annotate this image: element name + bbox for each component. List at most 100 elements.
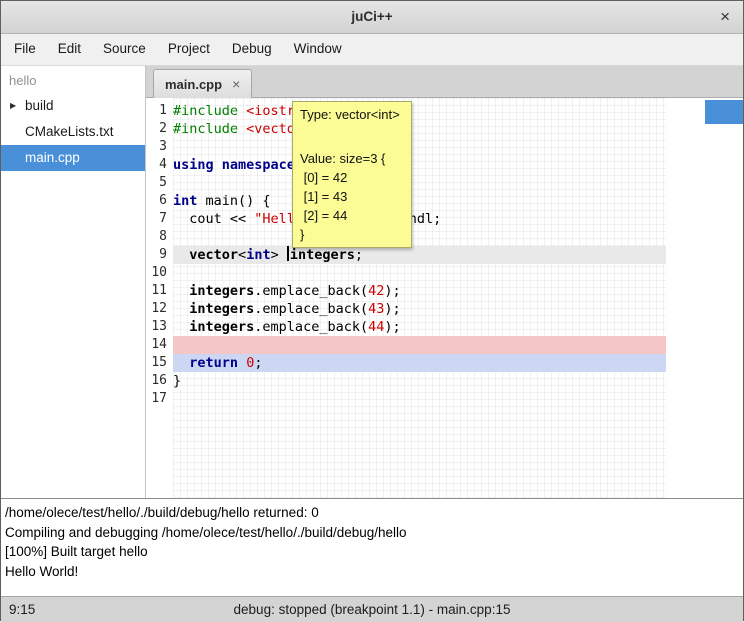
code-line-15[interactable]: return 0; bbox=[173, 354, 666, 372]
code-segment: .emplace_back( bbox=[254, 301, 368, 317]
code-line-10[interactable] bbox=[173, 264, 666, 282]
code-segment: < bbox=[238, 247, 246, 263]
tooltip-value-line: [1] = 43 bbox=[300, 187, 404, 206]
code-segment bbox=[238, 121, 246, 137]
menu-debug[interactable]: Debug bbox=[221, 34, 283, 65]
line-number[interactable]: 13 bbox=[146, 318, 173, 336]
file-tree-panel: hello ▶ build CMakeLists.txt main.cpp bbox=[1, 66, 146, 498]
line-number[interactable]: 11 bbox=[146, 282, 173, 300]
tooltip-value-line: [0] = 42 bbox=[300, 168, 404, 187]
expander-triangle-icon[interactable]: ▶ bbox=[10, 93, 16, 119]
line-number[interactable]: 9 bbox=[146, 246, 173, 264]
line-number[interactable]: 12 bbox=[146, 300, 173, 318]
line-number[interactable]: 17 bbox=[146, 390, 173, 408]
code-line-14[interactable] bbox=[173, 336, 666, 354]
code-segment: main() { bbox=[197, 193, 270, 209]
code-segment: using bbox=[173, 157, 214, 173]
tree-item-cmakelists-txt[interactable]: CMakeLists.txt bbox=[1, 119, 145, 145]
title-bar: juCi++ × bbox=[1, 1, 743, 34]
debug-value-tooltip: Type: vector<int> Value: size=3 { [0] = … bbox=[292, 101, 412, 248]
line-number[interactable]: 10 bbox=[146, 264, 173, 282]
code-line-2[interactable]: #include <vector> bbox=[173, 120, 666, 138]
close-icon[interactable]: × bbox=[720, 7, 730, 27]
code-segment: ; bbox=[254, 355, 262, 371]
tree-item-build[interactable]: ▶ build bbox=[1, 93, 145, 119]
debug-status: debug: stopped (breakpoint 1.1) - main.c… bbox=[1, 602, 743, 617]
tree-item-label: CMakeLists.txt bbox=[25, 124, 114, 139]
line-number[interactable]: 16 bbox=[146, 372, 173, 390]
menu-source[interactable]: Source bbox=[92, 34, 157, 65]
scrollbar-thumb[interactable] bbox=[705, 100, 743, 124]
code-segment: int bbox=[246, 247, 270, 263]
code-segment: integers bbox=[189, 301, 254, 317]
code-line-8[interactable] bbox=[173, 228, 666, 246]
tree-item-label: build bbox=[25, 98, 54, 113]
text-cursor bbox=[287, 246, 289, 261]
line-number-gutter: 1234567891011121314151617 bbox=[146, 98, 173, 498]
code-segment: int bbox=[173, 193, 197, 209]
code-line-7[interactable]: cout << "Hello World!" << endl; bbox=[173, 210, 666, 228]
code-segment: ); bbox=[384, 283, 400, 299]
tab-main-cpp[interactable]: main.cpp × bbox=[153, 69, 252, 98]
output-line: /home/olece/test/hello/./build/debug/hel… bbox=[5, 503, 739, 523]
project-name: hello bbox=[1, 66, 145, 93]
tooltip-value-line: [2] = 44 bbox=[300, 206, 404, 225]
line-number[interactable]: 15 bbox=[146, 354, 173, 372]
line-number[interactable]: 1 bbox=[146, 102, 173, 120]
window-title: juCi++ bbox=[1, 9, 743, 24]
code-segment bbox=[214, 157, 222, 173]
line-number[interactable]: 6 bbox=[146, 192, 173, 210]
menu-file[interactable]: File bbox=[3, 34, 47, 65]
code-segment: ); bbox=[384, 319, 400, 335]
code-editor[interactable]: 1234567891011121314151617 #include <iost… bbox=[146, 98, 743, 498]
code-line-17[interactable] bbox=[173, 390, 666, 408]
code-segment: cout << bbox=[173, 211, 254, 227]
code-line-3[interactable] bbox=[173, 138, 666, 156]
code-segment bbox=[173, 247, 189, 263]
code-segment: integers bbox=[189, 319, 254, 335]
code-segment: vector bbox=[189, 247, 238, 263]
code-segment: } bbox=[173, 373, 181, 389]
menu-window[interactable]: Window bbox=[283, 34, 353, 65]
code-segment: ); bbox=[384, 301, 400, 317]
tooltip-value-line: } bbox=[300, 225, 404, 244]
menu-project[interactable]: Project bbox=[157, 34, 221, 65]
code-line-4[interactable]: using namespace std; bbox=[173, 156, 666, 174]
code-segment bbox=[238, 355, 246, 371]
code-line-13[interactable]: integers.emplace_back(44); bbox=[173, 318, 666, 336]
code-line-5[interactable] bbox=[173, 174, 666, 192]
tooltip-value-block: Value: size=3 { [0] = 42 [1] = 43 [2] = … bbox=[300, 149, 404, 244]
line-number[interactable]: 2 bbox=[146, 120, 173, 138]
code-line-11[interactable]: integers.emplace_back(42); bbox=[173, 282, 666, 300]
code-line-1[interactable]: #include <iostream> bbox=[173, 102, 666, 120]
code-line-12[interactable]: integers.emplace_back(43); bbox=[173, 300, 666, 318]
code-segment: integers bbox=[189, 283, 254, 299]
code-segment: #include bbox=[173, 121, 238, 137]
tree-item-main-cpp[interactable]: main.cpp bbox=[1, 145, 145, 171]
code-line-6[interactable]: int main() { bbox=[173, 192, 666, 210]
code-segment bbox=[173, 301, 189, 317]
line-number[interactable]: 8 bbox=[146, 228, 173, 246]
code-segment: return bbox=[189, 355, 238, 371]
code-line-16[interactable]: } bbox=[173, 372, 666, 390]
tab-close-icon[interactable]: × bbox=[232, 76, 240, 92]
tree-item-label: main.cpp bbox=[25, 150, 80, 165]
tab-label: main.cpp bbox=[165, 77, 222, 92]
line-number[interactable]: 5 bbox=[146, 174, 173, 192]
code-segment: integers bbox=[290, 247, 355, 263]
code-segment: 44 bbox=[368, 319, 384, 335]
code-segment: .emplace_back( bbox=[254, 283, 368, 299]
line-number[interactable]: 3 bbox=[146, 138, 173, 156]
code-segment bbox=[173, 283, 189, 299]
tooltip-type-line: Type: vector<int> bbox=[300, 105, 404, 125]
menu-bar: FileEditSourceProjectDebugWindow bbox=[1, 34, 743, 66]
line-number[interactable]: 14 bbox=[146, 336, 173, 354]
code-line-9[interactable]: vector<int> integers; bbox=[173, 246, 666, 264]
code-segment bbox=[173, 355, 189, 371]
line-number[interactable]: 4 bbox=[146, 156, 173, 174]
terminal-output: /home/olece/test/hello/./build/debug/hel… bbox=[1, 498, 743, 596]
code-area[interactable]: #include <iostream>#include <vector> usin… bbox=[173, 98, 666, 498]
code-segment bbox=[238, 103, 246, 119]
menu-edit[interactable]: Edit bbox=[47, 34, 92, 65]
line-number[interactable]: 7 bbox=[146, 210, 173, 228]
